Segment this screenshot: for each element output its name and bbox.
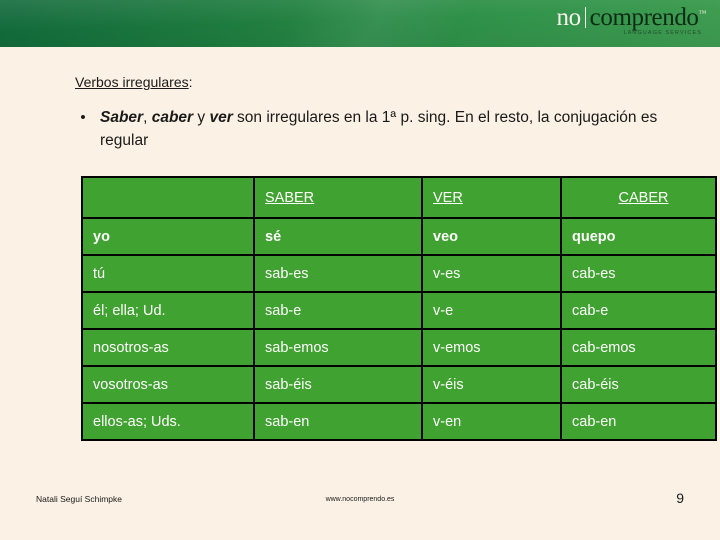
table-row: tú sab-es v-es cab-es <box>81 254 717 293</box>
bullet-separator-2: y <box>193 109 210 126</box>
trademark-icon: ™ <box>698 8 707 18</box>
logo-word-comprendo: comprendo <box>589 4 699 31</box>
list-item-text: Saber, caber y ver son irregulares en la… <box>100 106 686 152</box>
list-item: • Saber, caber y ver son irregulares en … <box>66 106 686 152</box>
footer-website: www.nocomprendo.es <box>325 496 395 503</box>
column-header-ver: VER <box>421 176 562 219</box>
column-header-pronoun <box>81 176 255 219</box>
column-header-saber: SABER <box>253 176 423 219</box>
table-row: él; ella; Ud. sab-e v-e cab-e <box>81 291 717 330</box>
cell-ver: v-en <box>421 402 562 441</box>
verb-saber-emphasis: Saber <box>100 109 144 126</box>
cell-ver: v-éis <box>421 365 562 404</box>
cell-ver: v-e <box>421 291 562 330</box>
table-header-row: SABER VER CABER <box>81 176 717 219</box>
cell-caber: cab-en <box>560 402 717 441</box>
brand-logo: no comprendo™ LANGUAGE SERVICES <box>556 5 706 37</box>
cell-saber: sab-en <box>253 402 423 441</box>
cell-caber: cab-emos <box>560 328 717 367</box>
cell-pronoun: yo <box>81 217 255 256</box>
bullet-list: • Saber, caber y ver son irregulares en … <box>66 106 686 152</box>
cell-pronoun: tú <box>81 254 255 293</box>
logo-divider-bar <box>584 7 586 28</box>
cell-saber: sab-es <box>253 254 423 293</box>
cell-saber: sab-éis <box>253 365 423 404</box>
page-number: 9 <box>676 490 684 506</box>
cell-saber: sé <box>253 217 423 256</box>
table-row: yo sé veo quepo <box>81 217 717 256</box>
cell-caber: quepo <box>560 217 717 256</box>
cell-caber: cab-éis <box>560 365 717 404</box>
verb-ver-emphasis: ver <box>209 109 233 126</box>
page-title-text: Verbos irregulares <box>75 74 189 90</box>
top-banner: no comprendo™ LANGUAGE SERVICES <box>0 0 720 47</box>
cell-caber: cab-es <box>560 254 717 293</box>
table-row: vosotros-as sab-éis v-éis cab-éis <box>81 365 717 404</box>
cell-saber: sab-e <box>253 291 423 330</box>
table-row: nosotros-as sab-emos v-emos cab-emos <box>81 328 717 367</box>
page-title: Verbos irregulares: <box>75 74 193 90</box>
bullet-point-icon: • <box>80 109 86 126</box>
cell-ver: v-es <box>421 254 562 293</box>
cell-pronoun: vosotros-as <box>81 365 255 404</box>
cell-caber: cab-e <box>560 291 717 330</box>
conjugation-table: SABER VER CABER yo sé veo quepo tú sab-e… <box>81 176 717 441</box>
cell-pronoun: él; ella; Ud. <box>81 291 255 330</box>
cell-pronoun: nosotros-as <box>81 328 255 367</box>
verb-caber-emphasis: caber <box>151 109 194 126</box>
cell-ver: veo <box>421 217 562 256</box>
column-header-caber: CABER <box>560 176 717 219</box>
logo-tagline: LANGUAGE SERVICES <box>623 30 702 36</box>
table-row: ellos-as; Uds. sab-en v-en cab-en <box>81 402 717 441</box>
page-title-colon: : <box>188 74 193 90</box>
logo-word-no: no <box>556 4 581 31</box>
cell-pronoun: ellos-as; Uds. <box>81 402 255 441</box>
cell-saber: sab-emos <box>253 328 423 367</box>
logo-wordmark: no comprendo™ <box>556 5 706 30</box>
bullet-separator-1: , <box>143 109 152 126</box>
cell-ver: v-emos <box>421 328 562 367</box>
